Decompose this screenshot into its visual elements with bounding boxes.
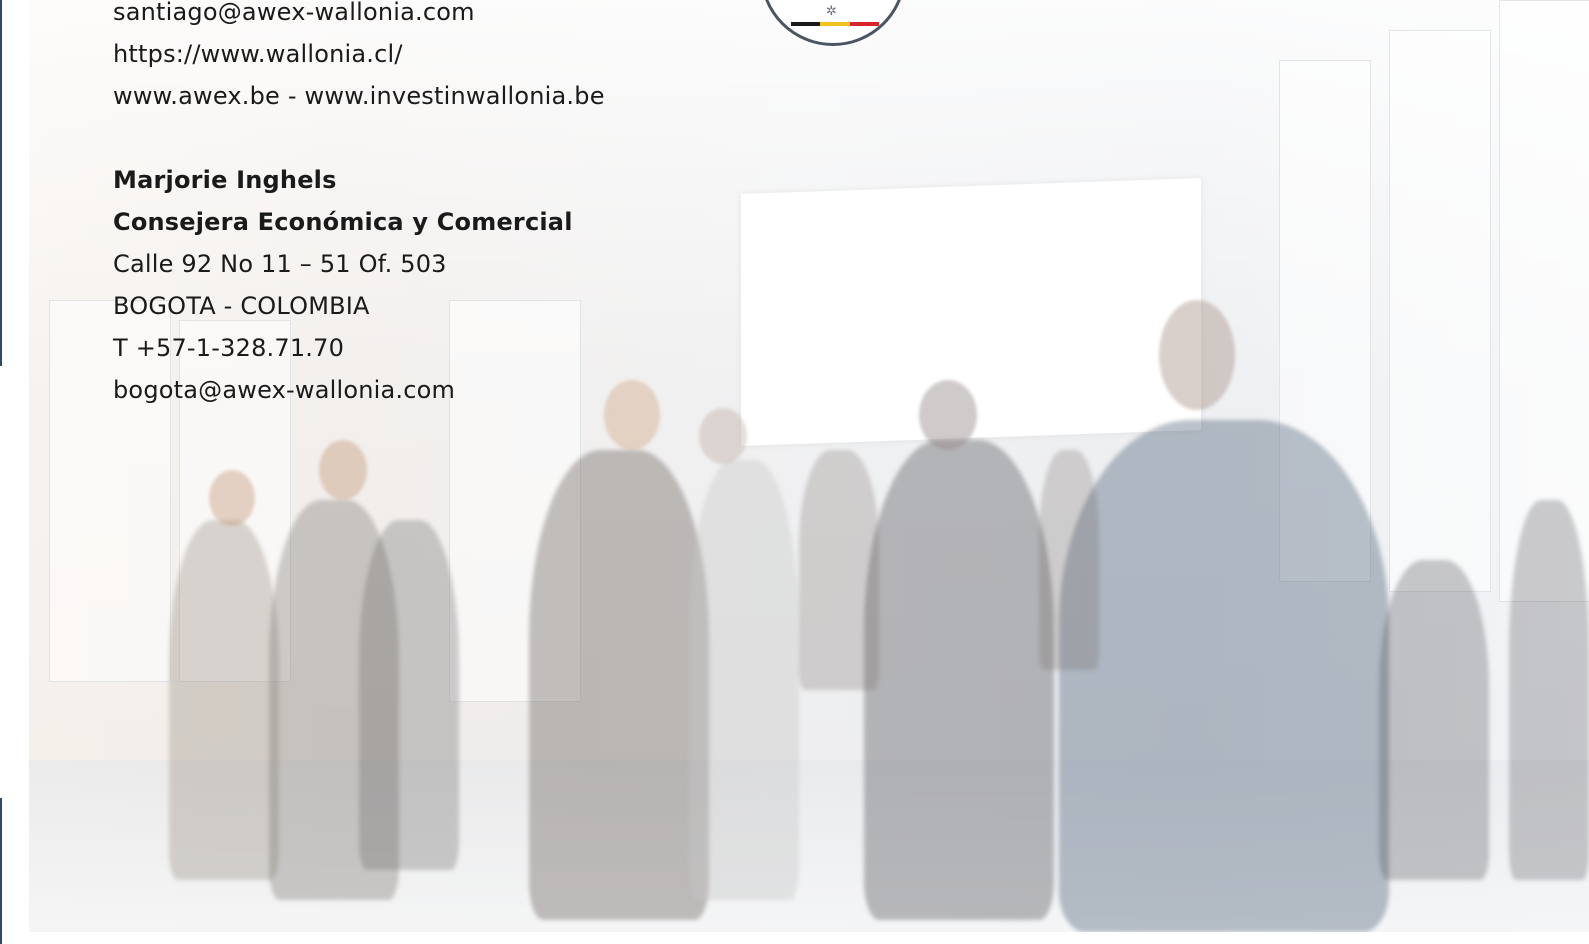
crowd-figure	[799, 450, 879, 690]
previous-contact-website[interactable]: https://www.wallonia.cl/	[113, 33, 605, 75]
section-spacer	[113, 117, 605, 159]
brochure-page: ✲ santiago@awex-wallonia.com https://www…	[0, 0, 1589, 944]
person-head	[919, 380, 977, 450]
person-head	[1159, 300, 1235, 410]
person-figure	[689, 460, 799, 900]
window-panel	[1389, 30, 1491, 592]
person-head	[319, 440, 367, 500]
bogota-contact-role: Consejera Económica y Comercial	[113, 208, 573, 236]
previous-contact-websites-extra[interactable]: www.awex.be - www.investinwallonia.be	[113, 75, 605, 117]
person-figure	[169, 520, 279, 880]
bogota-contact-city: BOGOTA - COLOMBIA	[113, 292, 370, 320]
person-head	[604, 380, 660, 450]
flag-black-stripe	[791, 22, 821, 26]
person-head	[699, 408, 747, 464]
edge-strip-gap	[0, 366, 2, 798]
belgian-flag-stripes	[791, 22, 879, 26]
person-figure	[864, 440, 1054, 920]
previous-contact-email[interactable]: santiago@awex-wallonia.com	[113, 0, 605, 33]
contact-text-block: santiago@awex-wallonia.com https://www.w…	[113, 0, 605, 411]
bogota-contact-phone: T +57-1-328.71.70	[113, 334, 345, 362]
bogota-contact-name: Marjorie Inghels	[113, 166, 337, 194]
person-figure	[529, 450, 709, 920]
bogota-contact-email[interactable]: bogota@awex-wallonia.com	[113, 369, 605, 411]
person-figure	[359, 520, 459, 870]
flag-red-stripe	[849, 22, 879, 26]
left-edge-strip	[0, 0, 2, 944]
person-figure	[1379, 560, 1489, 880]
star-icon: ✲	[826, 3, 837, 18]
person-figure	[1509, 500, 1589, 880]
crowd-figure	[1039, 450, 1099, 670]
flag-yellow-stripe	[820, 22, 850, 26]
bogota-contact-address: Calle 92 No 11 – 51 Of. 503	[113, 250, 447, 278]
person-figure	[1059, 420, 1389, 932]
person-head	[209, 470, 255, 526]
